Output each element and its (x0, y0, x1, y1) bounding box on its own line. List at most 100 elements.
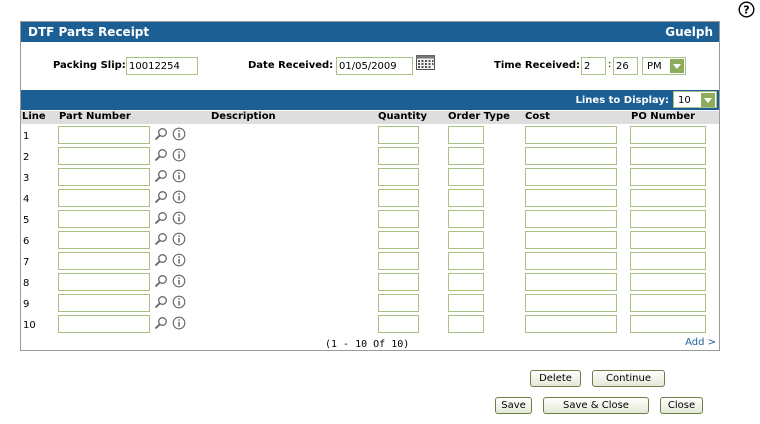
cost-input[interactable] (525, 252, 617, 270)
search-icon[interactable] (154, 148, 168, 162)
column-part-number: Part Number (59, 111, 131, 122)
search-icon[interactable] (154, 232, 168, 246)
chevron-down-icon[interactable] (670, 59, 684, 73)
delete-button[interactable]: Delete (530, 370, 581, 387)
column-description: Description (211, 111, 276, 122)
time-minute-input[interactable]: 26 (613, 57, 638, 75)
row-number: 3 (23, 173, 30, 184)
row-number: 4 (23, 194, 30, 205)
info-icon[interactable] (172, 295, 186, 309)
part-number-input[interactable] (58, 189, 150, 207)
parts-receipt-panel: DTF Parts Receipt Guelph Packing Slip: 1… (20, 21, 720, 351)
search-icon[interactable] (154, 190, 168, 204)
info-icon[interactable] (172, 253, 186, 267)
order-type-input[interactable] (448, 273, 484, 291)
order-type-input[interactable] (448, 231, 484, 249)
lines-to-display-select[interactable]: 10 (673, 91, 717, 108)
info-icon[interactable] (172, 127, 186, 141)
row-number: 7 (23, 257, 30, 268)
ampm-value: PM (647, 61, 662, 72)
po-number-input[interactable] (630, 273, 706, 291)
row-number: 6 (23, 236, 30, 247)
info-icon[interactable] (172, 274, 186, 288)
info-icon[interactable] (172, 232, 186, 246)
quantity-input[interactable] (378, 252, 419, 270)
order-type-input[interactable] (448, 126, 484, 144)
quantity-input[interactable] (378, 294, 419, 312)
part-number-input[interactable] (58, 147, 150, 165)
order-type-input[interactable] (448, 294, 484, 312)
search-icon[interactable] (154, 274, 168, 288)
part-number-input[interactable] (58, 210, 150, 228)
info-icon[interactable] (172, 211, 186, 225)
cost-input[interactable] (525, 294, 617, 312)
cost-input[interactable] (525, 315, 617, 333)
info-icon[interactable] (172, 316, 186, 330)
calendar-icon[interactable] (416, 55, 436, 71)
po-number-input[interactable] (630, 147, 706, 165)
row-number: 8 (23, 278, 30, 289)
time-hour-input[interactable]: 2 (581, 57, 606, 75)
po-number-input[interactable] (630, 189, 706, 207)
save-close-button[interactable]: Save & Close (543, 397, 649, 414)
cost-input[interactable] (525, 210, 617, 228)
part-number-input[interactable] (58, 294, 150, 312)
po-number-input[interactable] (630, 315, 706, 333)
column-cost: Cost (525, 111, 550, 122)
cost-input[interactable] (525, 147, 617, 165)
po-number-input[interactable] (630, 231, 706, 249)
po-number-input[interactable] (630, 210, 706, 228)
search-icon[interactable] (154, 253, 168, 267)
order-type-input[interactable] (448, 147, 484, 165)
ampm-select[interactable]: PM (642, 57, 686, 75)
po-number-input[interactable] (630, 294, 706, 312)
quantity-input[interactable] (378, 210, 419, 228)
location-label: Guelph (665, 25, 713, 39)
search-icon[interactable] (154, 127, 168, 141)
info-icon[interactable] (172, 148, 186, 162)
po-number-input[interactable] (630, 168, 706, 186)
info-icon[interactable] (172, 169, 186, 183)
quantity-input[interactable] (378, 147, 419, 165)
close-button[interactable]: Close (660, 397, 703, 414)
order-type-input[interactable] (448, 210, 484, 228)
part-number-input[interactable] (58, 168, 150, 186)
quantity-input[interactable] (378, 126, 419, 144)
part-number-input[interactable] (58, 273, 150, 291)
chevron-down-icon[interactable] (701, 93, 715, 107)
part-number-input[interactable] (58, 315, 150, 333)
search-icon[interactable] (154, 211, 168, 225)
part-number-input[interactable] (58, 126, 150, 144)
po-number-input[interactable] (630, 252, 706, 270)
cost-input[interactable] (525, 126, 617, 144)
info-icon[interactable] (172, 190, 186, 204)
packing-slip-input[interactable]: 10012254 (126, 57, 198, 75)
po-number-input[interactable] (630, 126, 706, 144)
order-type-input[interactable] (448, 315, 484, 333)
part-number-input[interactable] (58, 252, 150, 270)
help-icon[interactable]: ? (738, 1, 755, 18)
quantity-input[interactable] (378, 231, 419, 249)
quantity-input[interactable] (378, 273, 419, 291)
order-type-input[interactable] (448, 252, 484, 270)
quantity-input[interactable] (378, 189, 419, 207)
add-link[interactable]: Add > (685, 337, 716, 348)
date-received-input[interactable]: 01/05/2009 (336, 57, 413, 75)
search-icon[interactable] (154, 316, 168, 330)
cost-input[interactable] (525, 189, 617, 207)
time-received-label: Time Received: (494, 60, 581, 71)
column-header-row: Line Part Number Description Quantity Or… (21, 111, 719, 124)
save-button[interactable]: Save (495, 397, 532, 414)
quantity-input[interactable] (378, 315, 419, 333)
cost-input[interactable] (525, 273, 617, 291)
order-type-input[interactable] (448, 168, 484, 186)
quantity-input[interactable] (378, 168, 419, 186)
search-icon[interactable] (154, 169, 168, 183)
cost-input[interactable] (525, 231, 617, 249)
continue-button[interactable]: Continue (592, 370, 665, 387)
date-received-label: Date Received: (248, 60, 334, 71)
cost-input[interactable] (525, 168, 617, 186)
order-type-input[interactable] (448, 189, 484, 207)
part-number-input[interactable] (58, 231, 150, 249)
search-icon[interactable] (154, 295, 168, 309)
